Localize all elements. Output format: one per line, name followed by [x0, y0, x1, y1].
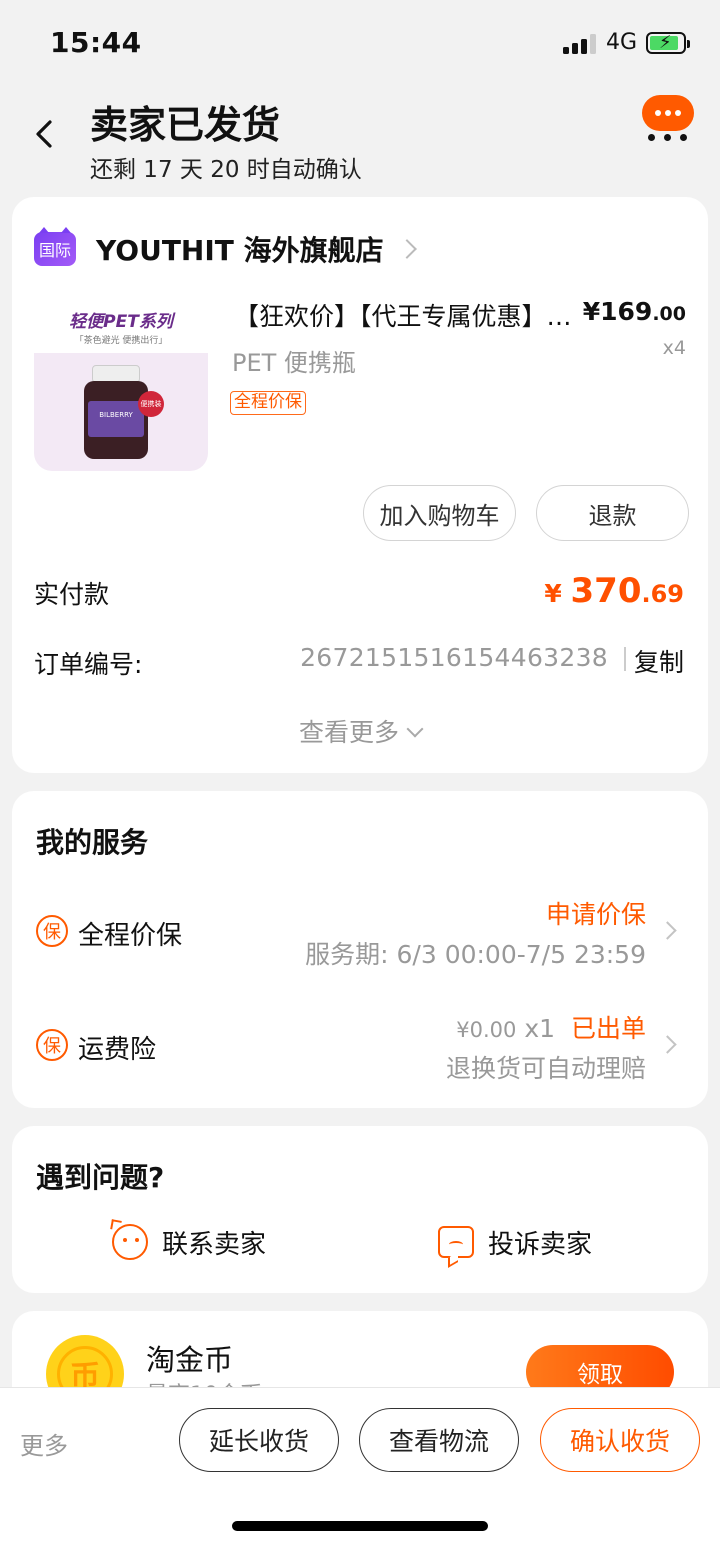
guarantee-icon: 保 [36, 915, 68, 947]
product-image[interactable]: 轻便PET系列 「茶色避光 便携出行」 BILBERRY 便携装 [34, 295, 208, 471]
more-button[interactable]: 更多 [20, 1426, 68, 1461]
problem-title: 遇到问题? [36, 1161, 165, 1194]
service-label: 全程价保 [78, 921, 183, 951]
bottle-illustration: BILBERRY 便携装 [84, 365, 164, 461]
order-card: 国际 YOUTHIT 海外旗舰店 轻便PET系列 「茶色避光 便携出行」 BIL… [12, 197, 708, 773]
product-price: ¥169.00 [582, 297, 686, 326]
view-logistics-button[interactable]: 查看物流 [359, 1408, 519, 1472]
shop-link[interactable]: 国际 YOUTHIT 海外旗舰店 [34, 227, 417, 269]
divider [624, 647, 626, 671]
signal-icon [563, 34, 599, 54]
contact-seller-button[interactable]: 联系卖家 [110, 1219, 266, 1262]
chevron-right-icon [658, 921, 677, 940]
bottom-action-bar: 更多 延长收货 查看物流 确认收货 [0, 1387, 720, 1559]
page-title: 卖家已发货 [90, 103, 281, 147]
price-protect-tag: 全程价保 [230, 391, 306, 415]
tmall-global-badge: 国际 [34, 227, 76, 266]
extend-receipt-button[interactable]: 延长收货 [179, 1408, 339, 1472]
chevron-right-icon [658, 1035, 677, 1054]
seller-chat-icon [110, 1219, 148, 1260]
shop-name: YOUTHIT 海外旗舰店 [96, 234, 384, 267]
product-image-sub-text: 「茶色避光 便携出行」 [74, 336, 168, 346]
more-dots-icon [646, 134, 690, 142]
message-button[interactable] [640, 95, 696, 145]
product-image-series-text: 轻便PET系列 [69, 312, 173, 332]
network-label: 4G [606, 30, 638, 55]
chevron-right-icon [396, 239, 417, 259]
home-indicator [232, 1521, 488, 1531]
services-card: 我的服务 保 全程价保 申请价保 服务期: 6/3 00:00-7/5 23:5… [12, 791, 708, 1108]
paid-label: 实付款 [34, 580, 110, 609]
product-quantity: x4 [662, 337, 686, 359]
back-arrow-icon [36, 120, 52, 148]
product-title[interactable]: 【狂欢价】【代王专属优惠】YOUTHIT [234, 297, 574, 333]
back-button[interactable] [28, 114, 68, 154]
copy-order-number-button[interactable]: 复制 [634, 643, 684, 679]
battery-icon: ⚡ [646, 32, 690, 54]
add-to-cart-button[interactable]: 加入购物车 [363, 485, 516, 541]
status-time: 15:44 [50, 26, 142, 59]
coin-title: 淘金币 [146, 1343, 234, 1377]
chat-icon [642, 95, 694, 131]
refund-button[interactable]: 退款 [536, 485, 689, 541]
service-label: 运费险 [78, 1035, 157, 1065]
service-period: 服务期: 6/3 00:00-7/5 23:59 [305, 940, 646, 969]
insurance-status: ¥0.00 x1 已出单 [456, 1014, 646, 1043]
chevron-down-icon [406, 720, 424, 738]
apply-price-protect[interactable]: 申请价保 [546, 895, 646, 931]
guarantee-icon: 保 [36, 1029, 68, 1061]
order-number: 2672151516154463238 [300, 643, 608, 672]
order-number-label: 订单编号: [34, 650, 143, 679]
paid-amount: ¥ 370.69 [544, 571, 684, 611]
complaint-icon [438, 1226, 474, 1268]
complain-seller-button[interactable]: 投诉卖家 [438, 1222, 592, 1268]
problem-card: 遇到问题? 联系卖家 投诉卖家 [12, 1126, 708, 1293]
view-more-button[interactable]: 查看更多 [12, 713, 708, 749]
insurance-detail: 退换货可自动理赔 [445, 1054, 646, 1083]
product-sku: PET 便携瓶 [232, 349, 356, 377]
services-title: 我的服务 [36, 826, 149, 859]
confirm-receipt-button[interactable]: 确认收货 [540, 1408, 700, 1472]
auto-confirm-countdown: 还剩 17 天 20 时自动确认 [90, 157, 362, 183]
status-bar: 15:44 4G ⚡ [0, 0, 720, 88]
